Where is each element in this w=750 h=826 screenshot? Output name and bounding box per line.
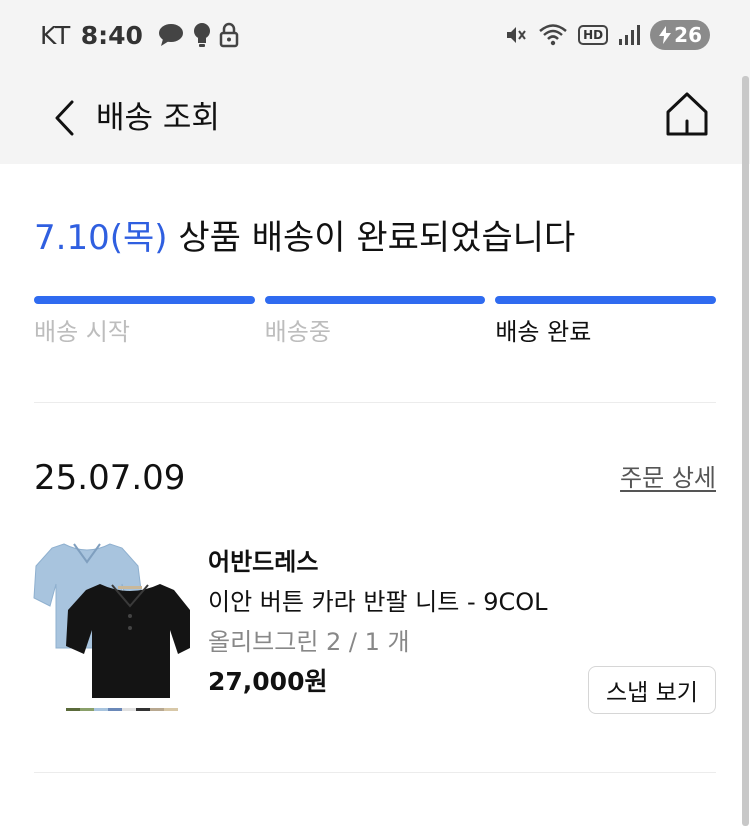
delivery-date: 7.10(목) xyxy=(34,218,168,258)
home-icon xyxy=(666,92,708,136)
lock-icon xyxy=(219,22,239,48)
delivery-progress-bar xyxy=(34,296,717,304)
home-button[interactable] xyxy=(662,86,712,142)
battery-level: 26 xyxy=(674,23,702,47)
scroll-indicator[interactable] xyxy=(742,76,749,826)
section-divider-bottom xyxy=(34,772,716,773)
product-price: 27,000원 xyxy=(208,667,328,696)
section-divider xyxy=(34,402,716,403)
step-label-complete: 배송 완료 xyxy=(495,318,592,346)
step-label-start: 배송 시작 xyxy=(34,318,130,346)
chat-bubble-icon xyxy=(158,24,183,46)
carrier-label: KT xyxy=(40,20,71,50)
back-button[interactable] xyxy=(44,90,84,146)
product-info[interactable]: 어반드레스 이안 버튼 카라 반팔 니트 - 9COL 올리브그린 2 / 1 … xyxy=(208,544,548,702)
delivery-message: 상품 배송이 완료되었습니다 xyxy=(167,218,576,258)
lightbulb-icon xyxy=(193,23,210,47)
product-thumbnail[interactable] xyxy=(30,536,194,716)
mute-icon xyxy=(507,27,526,43)
status-bar: KT 8:40 HD 26 xyxy=(0,0,750,72)
status-bar-left: KT 8:40 xyxy=(40,18,239,52)
hd-icon: HD xyxy=(578,25,609,45)
product-brand: 어반드레스 xyxy=(208,548,319,576)
app-header: 배송 조회 xyxy=(0,72,750,164)
battery-bolt-icon xyxy=(659,26,672,44)
chevron-left-icon xyxy=(55,100,74,136)
order-date: 25.07.09 xyxy=(34,458,186,498)
status-bar-right: HD 26 xyxy=(504,18,710,52)
delivery-headline: 7.10(목) 상품 배송이 완료되었습니다 xyxy=(34,214,575,262)
battery-icon: 26 xyxy=(650,20,710,50)
wifi-icon xyxy=(539,24,567,46)
page-title: 배송 조회 xyxy=(96,100,220,136)
clock: 8:40 xyxy=(80,20,143,50)
progress-segment-in-transit xyxy=(264,296,486,304)
knit-polo-shirts-image xyxy=(33,543,194,711)
signal-icon xyxy=(619,25,641,45)
snap-view-button[interactable]: 스냅 보기 xyxy=(588,666,716,714)
product-name: 이안 버튼 카라 반팔 니트 - 9COL xyxy=(208,588,548,616)
progress-segment-complete xyxy=(495,296,717,304)
delivery-steps: 배송 시작 배송중 배송 완료 xyxy=(34,312,716,352)
order-detail-link[interactable]: 주문 상세 xyxy=(620,460,716,496)
progress-segment-start xyxy=(34,296,255,304)
product-option: 올리브그린 2 / 1 개 xyxy=(208,628,410,656)
step-label-in-transit: 배송중 xyxy=(264,318,331,346)
